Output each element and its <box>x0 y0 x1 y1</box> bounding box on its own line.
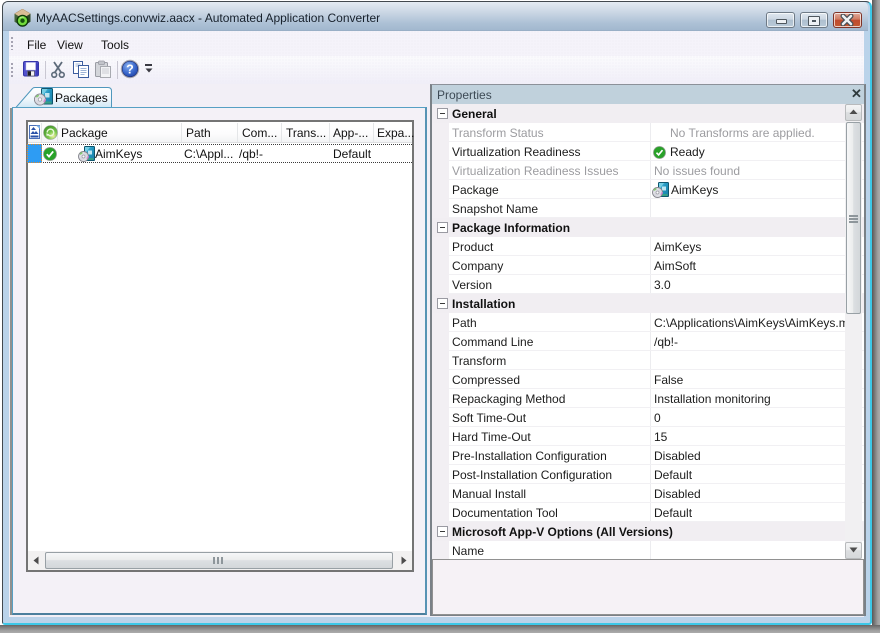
svg-text:?: ? <box>126 63 134 77</box>
